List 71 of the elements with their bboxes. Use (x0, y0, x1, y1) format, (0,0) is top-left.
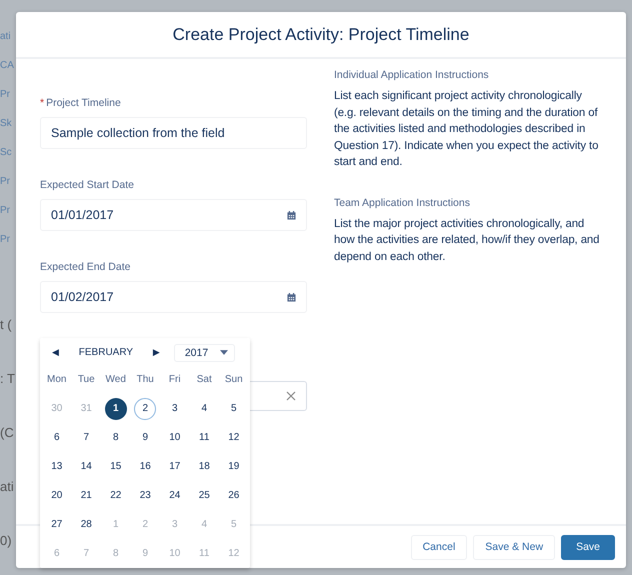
background-link-fragment: CA (0, 59, 15, 73)
weekday-label: Sun (224, 373, 244, 387)
calendar-day[interactable]: 23 (134, 484, 156, 506)
calendar-day[interactable]: 8 (104, 426, 127, 448)
calendar-icon[interactable] (287, 292, 296, 302)
calendar-day[interactable]: 7 (75, 426, 98, 448)
background-text-fragment: (C (0, 424, 15, 442)
background-link-fragment: Pr (0, 88, 11, 102)
calendar-day[interactable]: 10 (164, 426, 186, 448)
input-field[interactable]: 01/02/2017 (40, 281, 307, 313)
next-month-button[interactable]: ▶ (150, 348, 162, 358)
calendar-day[interactable]: 5 (222, 398, 245, 420)
calendar-day[interactable]: 6 (46, 426, 68, 448)
field-label: * Project Timeline (40, 97, 122, 109)
footer-button[interactable]: Save & New (473, 534, 556, 560)
input-field[interactable]: Sample collection from the field (40, 117, 307, 149)
weekday-label: Mon (46, 373, 68, 387)
background-link-fragment: Pr (0, 175, 11, 189)
calendar-day[interactable]: 15 (104, 456, 127, 478)
calendar-day[interactable]: 16 (134, 456, 156, 478)
background-text-fragment: t ( (0, 316, 13, 334)
weekday-label: Thu (136, 373, 155, 387)
field-label: Expected Start Date (40, 179, 135, 191)
weekday-label: Fri (168, 373, 182, 387)
calendar-day[interactable]: 13 (46, 456, 68, 478)
background-link-fragment: Pr (0, 233, 11, 247)
calendar-day[interactable]: 11 (193, 426, 216, 448)
calendar-day[interactable]: 9 (134, 426, 156, 448)
calendar-icon[interactable] (287, 210, 296, 220)
calendar-day[interactable]: 28 (75, 514, 98, 536)
calendar-day[interactable]: 27 (46, 514, 68, 536)
calendar-day[interactable]: 25 (193, 484, 216, 506)
save-button[interactable]: Save (561, 534, 615, 560)
calendar-day[interactable]: 19 (222, 456, 245, 478)
calendar-day[interactable]: 22 (104, 484, 127, 506)
background-text-fragment: 0) (0, 532, 13, 550)
previous-month-button[interactable]: ◀ (50, 348, 61, 358)
input-field[interactable]: 01/01/2017 (40, 199, 307, 231)
calendar-day[interactable]: 20 (46, 484, 68, 506)
background-link-fragment: Sk (0, 117, 13, 131)
background-text-fragment: ati (0, 478, 15, 496)
instructions-heading: Individual Application Instructions (334, 69, 490, 81)
calendar-day[interactable]: 17 (164, 456, 186, 478)
background-link-fragment: ati (0, 30, 12, 44)
calendar-day[interactable]: 3 (164, 398, 186, 420)
calendar-day[interactable]: 21 (75, 484, 98, 506)
modal-title: Create Project Activity: Project Timeline (172, 24, 470, 44)
weekday-label: Wed (104, 373, 127, 387)
weekday-label: Sat (196, 373, 213, 387)
instructions-heading: Team Application Instructions (334, 196, 471, 208)
background-link-fragment: Sc (0, 146, 13, 160)
footer-button[interactable]: Cancel (410, 534, 468, 560)
calendar-day[interactable]: 2 (134, 398, 156, 420)
calendar-day[interactable]: 26 (222, 484, 245, 506)
required-asterisk: * (40, 97, 44, 109)
calendar-day[interactable]: 12 (222, 426, 245, 448)
calendar-day[interactable]: 14 (75, 456, 98, 478)
calendar-day[interactable]: 1 (104, 398, 127, 420)
instructions-text: List the major project activities chronologically, and how the activities are related, how/if they overlap, and depend on each other. (334, 216, 600, 264)
calendar-day[interactable]: 18 (193, 456, 216, 478)
month-label: FEBRUARY (78, 347, 134, 358)
instructions-text: List each significant project activity chronologically (e.g. relevant details on the timing and the duration of the activities listed and methodologies described in Question 17). Indicate when you expect the activity to start and end. (334, 89, 600, 170)
weekday-label: Tue (76, 373, 96, 387)
background-link-fragment: Pr (0, 204, 11, 218)
clear-icon[interactable] (286, 391, 296, 401)
caret-icon (220, 350, 228, 355)
field-label: Expected End Date (40, 261, 132, 273)
calendar-day[interactable]: 24 (164, 484, 186, 506)
background-text-fragment: : T (0, 370, 16, 388)
year-select[interactable]: 2017 (174, 344, 236, 362)
calendar-day[interactable]: 4 (193, 398, 216, 420)
